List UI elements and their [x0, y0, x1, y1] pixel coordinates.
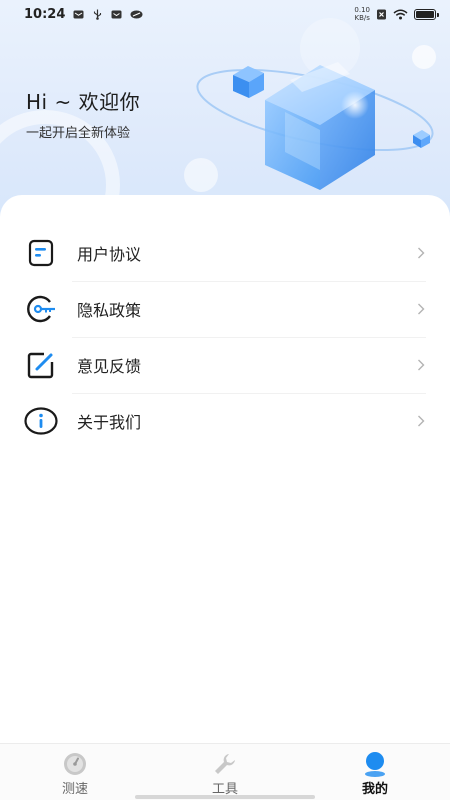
network-speed: 0.10 KB/s — [354, 6, 370, 22]
settings-menu: 用户协议 隐私政策 意见反馈 关于我们 — [0, 225, 450, 449]
chevron-right-icon — [418, 303, 425, 315]
menu-item-privacy-policy[interactable]: 隐私政策 — [0, 281, 450, 337]
cube-illustration — [196, 62, 434, 190]
tab-label: 我的 — [361, 782, 388, 797]
menu-item-user-agreement[interactable]: 用户协议 — [0, 225, 450, 281]
wifi-icon — [393, 9, 408, 19]
wrench-icon — [215, 754, 235, 774]
no-sim-icon — [377, 9, 386, 19]
speedometer-icon — [64, 753, 86, 775]
info-icon — [24, 404, 58, 438]
status-time: 10:24 — [24, 6, 66, 22]
home-indicator — [135, 795, 315, 799]
status-bar: 10:24 0.10 KB/s — [0, 0, 450, 28]
menu-item-feedback[interactable]: 意见反馈 — [0, 337, 450, 393]
tab-tools[interactable]: 工具 — [150, 744, 300, 800]
document-icon — [24, 236, 58, 270]
battery-icon — [414, 8, 439, 20]
menu-item-label: 隐私政策 — [77, 301, 142, 320]
chevron-right-icon — [418, 247, 425, 259]
menu-card: 用户协议 隐私政策 意见反馈 关于我们 — [0, 195, 450, 743]
bottom-navigation: 测速 工具 我的 — [0, 743, 450, 800]
profile-icon — [365, 752, 385, 777]
menu-item-label: 用户协议 — [77, 245, 142, 264]
app-notification-icon — [130, 10, 143, 18]
menu-item-label: 关于我们 — [77, 413, 142, 432]
chevron-right-icon — [418, 415, 425, 427]
menu-item-label: 意见反馈 — [77, 357, 142, 376]
menu-item-about-us[interactable]: 关于我们 — [0, 393, 450, 449]
mail-notification-icon — [73, 10, 84, 18]
chevron-right-icon — [418, 359, 425, 371]
tab-speed-test[interactable]: 测速 — [0, 744, 150, 800]
message-notification-icon — [111, 10, 122, 18]
edit-icon — [24, 348, 58, 382]
tab-label: 测速 — [61, 782, 88, 797]
greeting-title: Hi ~ 欢迎你 — [26, 90, 141, 114]
greeting-subtitle: 一起开启全新体验 — [26, 126, 131, 141]
tab-mine[interactable]: 我的 — [300, 744, 450, 800]
privacy-key-icon — [24, 292, 58, 326]
usb-icon — [94, 9, 102, 20]
battery-level — [416, 10, 434, 18]
